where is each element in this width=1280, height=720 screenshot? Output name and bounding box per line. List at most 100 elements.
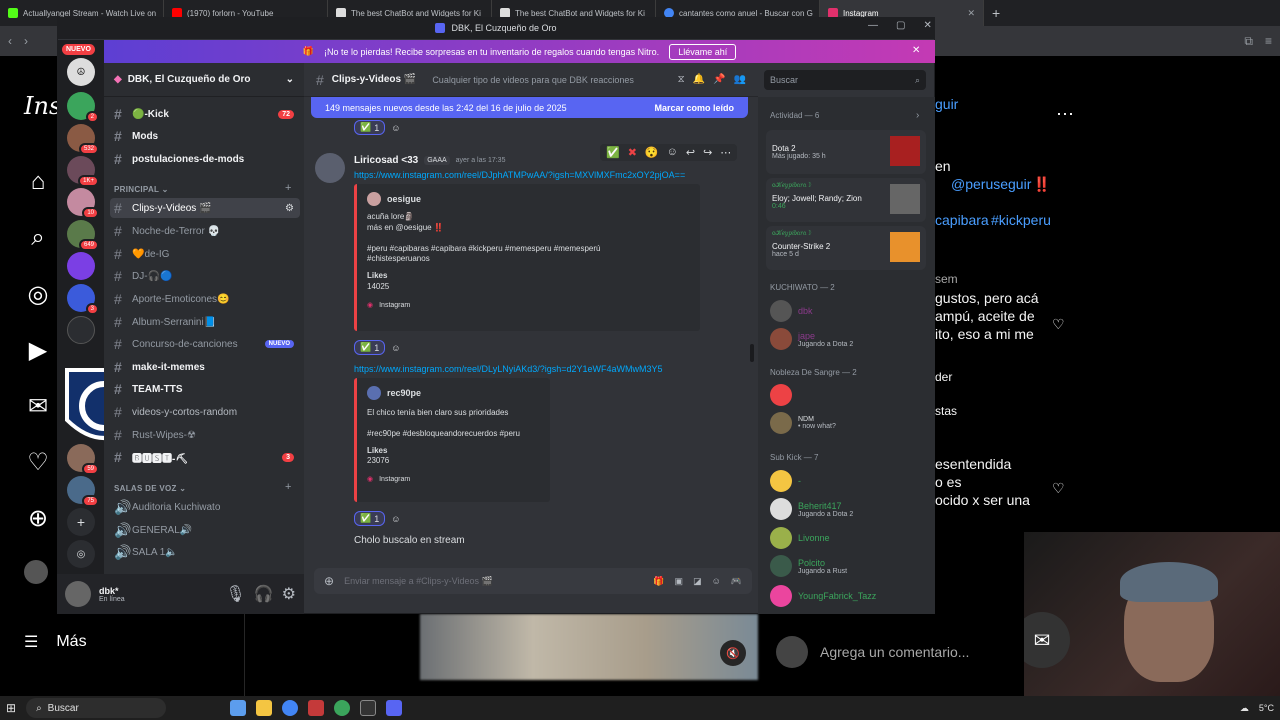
messenger-icon[interactable]: ✉ [24,392,52,420]
server-icon[interactable]: 3 [67,284,99,315]
add-reaction-icon[interactable]: ☺ [391,514,400,524]
channel-album-serranini[interactable]: # Album-Serranini📘 [110,312,300,332]
close-banner-icon[interactable]: ✕ [912,45,920,56]
message-author[interactable]: Liricosad <33 [354,155,418,166]
member-item[interactable]: jape Jugando a Dota 2 [770,328,853,350]
minimize-icon[interactable]: — [868,20,878,31]
like-heart-icon[interactable]: ♡ [1052,316,1065,333]
search-input[interactable]: Buscar ⌕ [764,70,926,90]
channel-dj[interactable]: # DJ-🎧🔵 [110,266,300,286]
server-icon[interactable]: 10 [67,188,99,219]
chrome-icon[interactable] [282,700,299,716]
threads-icon[interactable]: ⧖ [678,74,685,85]
comment-box[interactable]: Agrega un comentario... [776,636,969,668]
member-item[interactable]: Polcito Jugando a Rust [770,555,847,577]
server-icon[interactable]: 2 [67,92,99,123]
add-channel-icon[interactable]: + [285,182,291,194]
add-reaction-icon[interactable]: ☺ [391,343,400,353]
message-input[interactable]: Enviar mensaje a #Clips-y-Videos 🎬 [344,576,493,587]
scrollbar[interactable] [750,344,754,362]
embed-author[interactable]: oesigue [387,193,421,205]
weather-temp[interactable]: 5°C [1259,703,1274,713]
copilot-icon[interactable] [230,700,247,716]
member-item[interactable]: dbk [770,300,813,322]
post-options-icon[interactable]: ⋯ [1056,104,1074,125]
chevron-right-icon[interactable]: › [916,110,919,121]
mark-as-read-button[interactable]: Marcar como leído [654,103,734,113]
forward-icon[interactable]: ↪ [703,146,712,159]
channel-aporte-emoticones[interactable]: # Aporte-Emoticones😊 [110,289,300,309]
close-tab-icon[interactable]: ✕ [967,8,975,19]
taskbar-search[interactable]: ⌕ Buscar [26,698,167,718]
add-reaction-icon[interactable]: ☺ [667,146,678,159]
menu-icon[interactable]: ≡ [1265,34,1272,48]
heart-icon[interactable]: ♡ [24,448,52,476]
channel-noche-de-terror[interactable]: # Noche-de-Terror 💀 [110,221,300,241]
add-server-icon[interactable]: + [67,508,95,536]
channel-clips-y-videos[interactable]: # Clips-y-Videos 🎬 ⚙ [110,198,300,218]
gift-icon[interactable]: 🎁 [653,576,664,587]
like-heart-icon[interactable]: ♡ [1052,480,1065,497]
member-item[interactable]: Livonne [770,527,830,549]
server-header[interactable]: ◆ DBK, El Cuzqueño de Oro ⌄ [104,63,304,97]
maximize-icon[interactable]: ▢ [896,20,905,31]
category-principal[interactable]: PRINCIPAL ⌄ [114,185,169,194]
smile-emoji-icon[interactable]: 😯 [645,146,659,159]
discover-icon[interactable]: ◎ [67,540,95,568]
channel-concurso-de-canciones[interactable]: # Concurso-de-canciones NUEVO [110,334,300,354]
member-item[interactable]: YoungFabrick_Tazz [770,585,876,607]
server-icon[interactable] [67,252,95,280]
explore-icon[interactable]: ◎ [24,280,52,308]
mute-icon[interactable]: 🔇 [720,640,746,666]
channel-team-tts[interactable]: # TEAM-TTS [110,379,300,399]
home-icon[interactable]: ⌂ [24,168,52,196]
server-icon[interactable]: 59 [67,444,99,475]
back-icon[interactable]: ‹ [8,34,12,48]
channel-de-ig[interactable]: # 🧡de-IG [110,244,300,264]
server-icon[interactable]: 75 [67,476,99,507]
app-icon[interactable] [334,700,351,716]
server-icon[interactable] [67,316,95,344]
channel-postulaciones[interactable]: # postulaciones-de-mods [110,149,300,169]
new-tab-button[interactable]: + [992,5,1000,21]
message-composer[interactable]: ⊕ Enviar mensaje a #Clips-y-Videos 🎬 🎁 ▣… [314,568,752,594]
message-link[interactable]: https://www.instagram.com/reel/DJphATMPw… [354,170,685,180]
check-emoji-icon[interactable]: ✅ [606,146,620,159]
app-icon[interactable] [308,700,325,716]
attach-plus-icon[interactable]: ⊕ [324,574,334,588]
channel-rust[interactable]: # 🅱🆄🆂🆃-⛏ 3 [110,447,300,467]
activity-card[interactable]: ⲟ𝒦𝑒𝑦𝑝𝑖𝑏𝑎𝑟𝑎☽ Eloy; Jowell; Randy; Zion 0:… [766,178,926,222]
emoji-icon[interactable]: ☺ [712,576,721,586]
sticker-icon[interactable]: ◪ [693,576,702,587]
reel-video-thumbnail[interactable] [420,614,758,680]
embed-author[interactable]: rec90pe [387,387,421,399]
obs-icon[interactable] [360,700,377,716]
user-settings-gear-icon[interactable]: ⚙ [282,584,296,604]
headphones-icon[interactable]: 🎧 [254,584,274,604]
server-icon[interactable]: 1K+ [67,156,99,187]
channel-kick[interactable]: # 🟢-Kick 72 [110,104,300,124]
category-voice[interactable]: SALAS DE VOZ ⌄ [114,484,186,493]
new-messages-bar[interactable]: 149 mensajes nuevos desde las 2:42 del 1… [311,97,748,118]
member-item[interactable]: Beherit417 Jugando a Dota 2 [770,498,853,520]
messenger-icon[interactable]: ✉ [1024,612,1070,668]
channel-rust-wipes[interactable]: # Rust-Wipes-☢ [110,425,300,445]
search-icon[interactable]: ⌕ [24,224,52,252]
more-options-icon[interactable]: ⋯ [720,146,731,159]
hashtag-link[interactable]: capibara [935,212,989,228]
reaction[interactable]: ✅ 1 [354,120,386,135]
settings-gear-icon[interactable]: ⚙ [285,203,294,214]
hashtag-link[interactable]: #kickperu [991,212,1051,228]
message-link[interactable]: https://www.instagram.com/reel/DLyLNyiAK… [354,364,663,374]
reels-icon[interactable]: ▶ [24,336,52,364]
instagram-logo[interactable]: Ins [24,92,61,120]
activity-card[interactable]: Dota 2 Más jugado: 35 h [766,130,926,174]
reaction[interactable]: ✅ 1 [354,340,386,355]
voice-channel[interactable]: 🔊 SALA 1🔈 [110,542,300,562]
voice-channel[interactable]: 🔊 Auditoria Kuchiwato [110,497,300,517]
activity-card[interactable]: ⲟ𝒦𝑒𝑦𝑝𝑖𝑏𝑎𝑟𝑎☽ Counter-Strike 2 hace 5 d [766,226,926,270]
member-item[interactable]: - [770,470,801,492]
microphone-icon[interactable]: 🎙 [225,584,245,604]
apps-icon[interactable]: 🎮 [731,576,742,587]
cross-emoji-icon[interactable]: ✖ [628,146,637,159]
